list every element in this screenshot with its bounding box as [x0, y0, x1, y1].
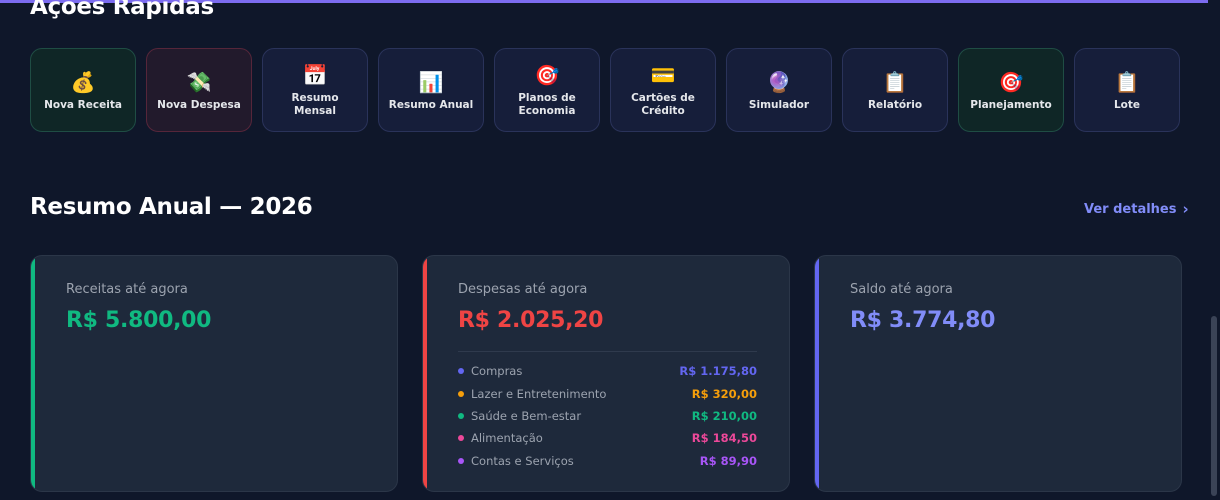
- quick-action-label: Simulador: [748, 98, 810, 111]
- expenses-label: Despesas até agora: [458, 282, 588, 297]
- quick-action-simulador-button[interactable]: 🔮 Simulador: [726, 48, 832, 132]
- category-dot-icon: [458, 457, 464, 464]
- clipboard-icon: 📋: [1114, 69, 1140, 94]
- category-dot-icon: [458, 368, 464, 375]
- quick-action-label: Nova Despesa: [157, 98, 241, 111]
- chevron-right-icon: ›: [1182, 200, 1189, 218]
- expense-category-row: Compras R$ 1.175,80: [458, 360, 757, 382]
- money-wings-icon: 💸: [186, 69, 212, 94]
- quick-action-label: Lote: [1113, 98, 1141, 111]
- category-left: Compras: [458, 364, 522, 378]
- expenses-card: Despesas até agora R$ 2.025,20 Compras R$…: [422, 255, 790, 492]
- category-amount: R$ 1.175,80: [679, 364, 757, 379]
- crystal-ball-icon: 🔮: [766, 69, 792, 94]
- balance-card: Saldo até agora R$ 3.774,80: [814, 255, 1182, 492]
- category-dot-icon: [458, 390, 464, 397]
- quick-action-label: Planos de Economia: [518, 92, 576, 117]
- expense-category-row: Alimentação R$ 184,50: [458, 427, 757, 449]
- money-bag-icon: 💰: [70, 69, 96, 94]
- category-amount: R$ 210,00: [691, 408, 757, 423]
- quick-action-planejamento-button[interactable]: 🎯 Planejamento: [958, 48, 1064, 132]
- category-name: Alimentação: [471, 431, 543, 446]
- view-details-link[interactable]: Ver detalhes ›: [1084, 200, 1189, 218]
- category-left: Lazer e Entretenimento: [458, 387, 606, 401]
- quick-action-relatorio-button[interactable]: 📋 Relatório: [842, 48, 948, 132]
- quick-actions-grid: 💰 Nova Receita 💸 Nova Despesa 📅 Resumo Mensal…: [30, 48, 1180, 132]
- category-name: Lazer e Entretenimento: [471, 386, 607, 401]
- bar-chart-icon: 📊: [418, 69, 444, 94]
- expense-category-row: Contas e Serviços R$ 89,90: [458, 450, 757, 472]
- income-label: Receitas até agora: [66, 282, 188, 297]
- category-left: Saúde e Bem-estar: [458, 409, 581, 423]
- annual-summary-title: Resumo Anual — 2026: [30, 194, 313, 220]
- calendar-icon: 📅: [302, 63, 328, 87]
- quick-action-resumo-mensal-button[interactable]: 📅 Resumo Mensal: [262, 48, 368, 132]
- category-amount: R$ 320,00: [691, 386, 757, 401]
- expense-category-row: Saúde e Bem-estar R$ 210,00: [458, 405, 757, 427]
- scrollbar-track[interactable]: [1208, 0, 1220, 500]
- category-name: Saúde e Bem-estar: [471, 408, 582, 423]
- category-dot-icon: [458, 412, 464, 419]
- quick-action-label: Resumo Anual: [388, 98, 474, 111]
- balance-value: R$ 3.774,80: [850, 308, 996, 333]
- category-amount: R$ 184,50: [691, 431, 757, 446]
- category-dot-icon: [458, 435, 464, 442]
- quick-action-cartoes-de-credito-button[interactable]: 💳 Cartões de Crédito: [610, 48, 716, 132]
- income-card: Receitas até agora R$ 5.800,00: [30, 255, 398, 492]
- quick-action-label: Planejamento: [970, 98, 1052, 111]
- expense-category-row: Lazer e Entretenimento R$ 320,00: [458, 382, 757, 404]
- target-icon: 🎯: [534, 63, 560, 87]
- scrollbar-thumb[interactable]: [1211, 316, 1217, 496]
- expenses-breakdown-list: Compras R$ 1.175,80 Lazer e Entretenimento…: [458, 360, 757, 472]
- balance-label: Saldo até agora: [850, 282, 953, 297]
- quick-action-label: Resumo Mensal: [291, 92, 339, 117]
- quick-action-label: Cartões de Crédito: [631, 92, 695, 117]
- clipboard-icon: 📋: [882, 69, 908, 94]
- quick-action-nova-despesa-button[interactable]: 💸 Nova Despesa: [146, 48, 252, 132]
- income-value: R$ 5.800,00: [66, 308, 212, 333]
- category-left: Alimentação: [458, 431, 543, 445]
- quick-action-label: Nova Receita: [44, 98, 122, 111]
- quick-action-planos-de-economia-button[interactable]: 🎯 Planos de Economia: [494, 48, 600, 132]
- expenses-divider: [458, 351, 757, 352]
- credit-card-icon: 💳: [650, 63, 676, 87]
- quick-action-label: Relatório: [867, 98, 923, 111]
- category-amount: R$ 89,90: [699, 453, 757, 468]
- quick-action-lote-button[interactable]: 📋 Lote: [1074, 48, 1180, 132]
- target-icon: 🎯: [998, 69, 1024, 94]
- quick-actions-title: Ações Rápidas: [30, 0, 214, 20]
- category-name: Contas e Serviços: [471, 453, 574, 468]
- expenses-value: R$ 2.025,20: [458, 308, 604, 333]
- category-left: Contas e Serviços: [458, 454, 574, 468]
- category-name: Compras: [471, 364, 523, 379]
- quick-action-resumo-anual-button[interactable]: 📊 Resumo Anual: [378, 48, 484, 132]
- quick-action-nova-receita-button[interactable]: 💰 Nova Receita: [30, 48, 136, 132]
- view-details-label: Ver detalhes: [1084, 201, 1177, 217]
